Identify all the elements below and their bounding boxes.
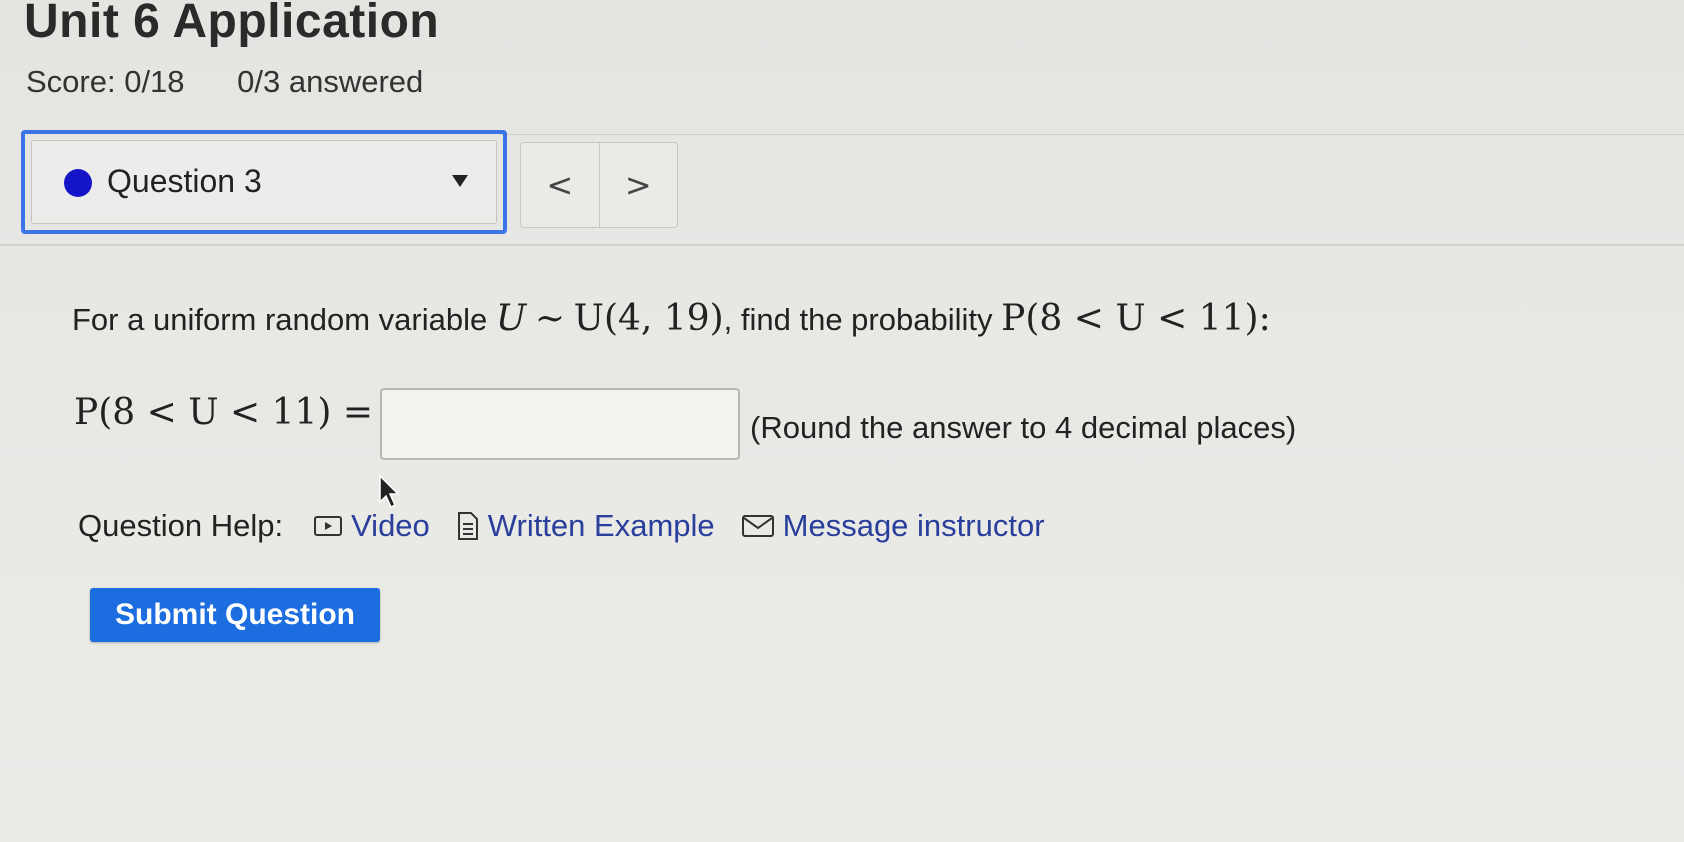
question-help-label: Question Help:: [78, 508, 284, 543]
caret-down-icon: [452, 175, 468, 187]
score-line: Score: 0/18 0/3 answered: [26, 64, 423, 100]
prompt-mid: , find the probability: [723, 302, 993, 337]
answered-count: 0/3 answered: [237, 64, 424, 99]
score-text: Score: 0/18: [26, 64, 185, 99]
question-select[interactable]: Question 3: [31, 140, 497, 224]
written-example-link-label: Written Example: [487, 508, 715, 543]
video-link[interactable]: Video: [313, 508, 430, 544]
previous-question-button[interactable]: <: [521, 143, 600, 227]
rounding-instruction: (Round the answer to 4 decimal places): [750, 410, 1297, 445]
mail-icon: [741, 515, 774, 537]
document-icon: [457, 512, 478, 540]
divider-bottom: [0, 244, 1684, 246]
math-tilde: ∼: [534, 298, 565, 339]
answer-expression: P(8 < U < 11) =: [74, 392, 374, 433]
prompt-prefix: For a uniform random variable: [72, 302, 488, 337]
next-question-button[interactable]: >: [600, 143, 678, 227]
question-help-row: Question Help: Video Written Example Mes…: [78, 504, 1071, 548]
message-instructor-link[interactable]: Message instructor: [741, 508, 1045, 544]
math-distribution: U(4, 19): [573, 298, 724, 339]
message-instructor-link-label: Message instructor: [782, 508, 1045, 543]
divider-top: [500, 134, 1684, 135]
submit-question-button[interactable]: Submit Question: [90, 588, 380, 642]
prompt-suffix: :: [1258, 298, 1271, 339]
question-nav-group: < >: [520, 142, 678, 228]
answer-input[interactable]: [380, 388, 740, 460]
page-title: Unit 6 Application: [24, 0, 440, 48]
video-link-label: Video: [351, 508, 430, 543]
video-icon: [314, 516, 343, 536]
question-select-label: Question 3: [107, 163, 262, 199]
math-dist-var: U: [495, 298, 527, 339]
written-example-link[interactable]: Written Example: [456, 508, 715, 544]
math-probability: P(8 < U < 11): [1001, 298, 1259, 339]
question-prompt: For a uniform random variable U ∼ U(4, 1…: [72, 298, 1271, 339]
question-status-dot: [64, 169, 92, 197]
